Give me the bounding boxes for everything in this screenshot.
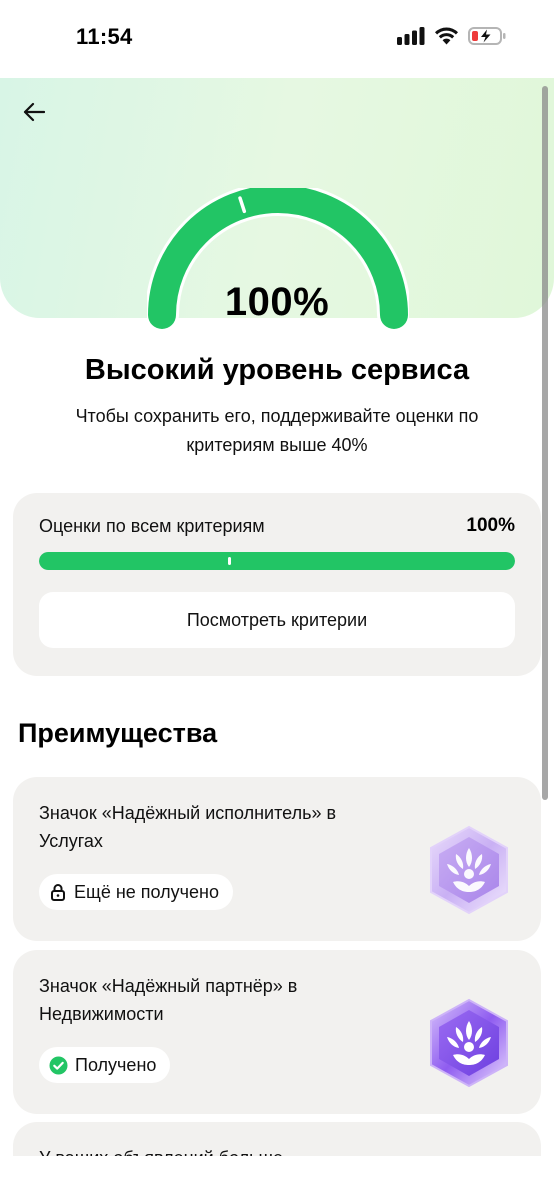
arrow-left-icon [23,102,45,122]
page-title: Высокий уровень сервиса [84,354,470,386]
check-circle-icon [49,1056,68,1074]
benefit-status-badge: Получено [39,1047,171,1083]
back-button[interactable] [18,96,50,128]
criteria-value: 100% [466,515,515,536]
criteria-label: Оценки по всем критериям [39,516,265,536]
benefit-text: Значок «Надёжный исполнитель» в Услугах [39,803,337,851]
view-criteria-button[interactable]: Посмотреть критерии [39,592,515,648]
criteria-progress-bar [39,552,515,570]
benefit-status-label: Ещё не получено [74,881,219,902]
benefits-title: Преимущества [18,718,218,748]
bottom-edge [0,1156,554,1200]
lock-icon [51,884,65,901]
signal-icon [397,27,425,45]
status-time: 11:54 [76,24,133,49]
gauge-percent: 100% [224,280,330,324]
battery-low-charging-icon [468,27,506,45]
status-bar: 11:54 [0,0,554,78]
criteria-card: Оценки по всем критериям 100% Посмотреть… [13,493,541,676]
benefit-text: Значок «Надёжный партнёр» в Недвижимости [39,976,298,1024]
criteria-progress-fill [39,552,515,570]
lotus-medal-icon-active [430,998,508,1088]
benefit-card-reliable-partner[interactable]: Значок «Надёжный партнёр» в Недвижимости… [13,950,541,1114]
scrollbar[interactable] [542,86,548,800]
criteria-threshold-marker [227,557,231,565]
wifi-icon [435,27,458,45]
benefit-status-badge: Ещё не получено [39,874,233,910]
benefit-status-label: Получено [75,1054,157,1075]
benefit-card-reliable-executor[interactable]: Значок «Надёжный исполнитель» в Услугах … [13,777,541,941]
lotus-medal-icon-inactive [430,825,508,915]
service-description: Чтобы сохранить его, поддерживайте оценк… [75,406,479,455]
status-icons [397,26,506,46]
